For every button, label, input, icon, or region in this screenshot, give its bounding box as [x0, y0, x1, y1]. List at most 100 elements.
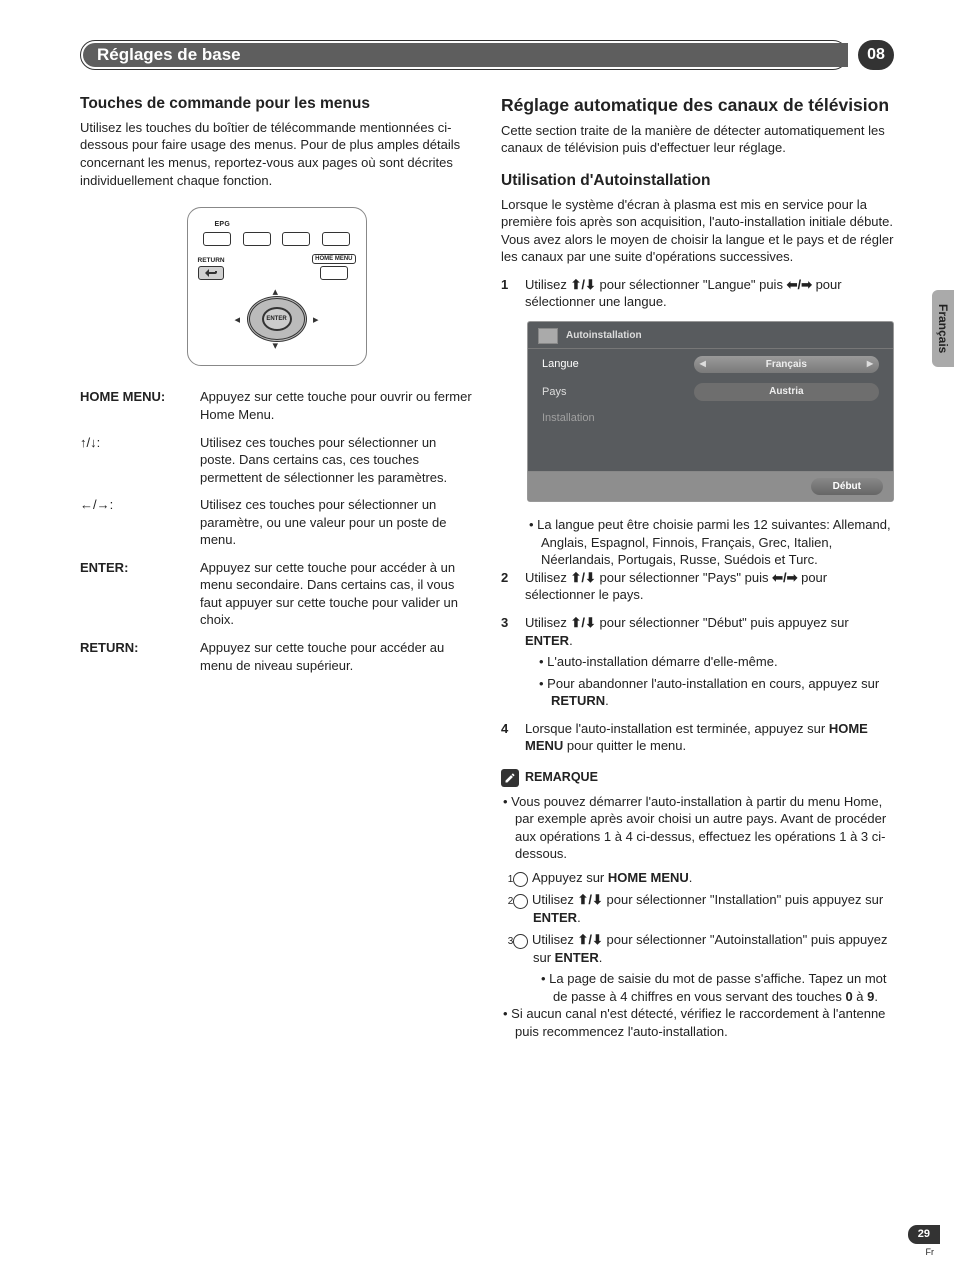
s3s2b: .	[605, 693, 609, 708]
osd-title: Autoinstallation	[566, 329, 642, 343]
s4t1: Lorsque l'auto-installation est terminée…	[525, 721, 829, 736]
step1-t1: Utilisez	[525, 277, 571, 292]
step-2: 2 Utilisez ⬆/⬇ pour sélectionner "Pays" …	[501, 569, 894, 604]
chapter-bar: Réglages de base	[80, 40, 848, 70]
ss3kw: ENTER	[555, 950, 599, 965]
left-heading: Touches de commande pour les menus	[80, 94, 473, 115]
arrow-ud-icon: ⬆/⬇	[571, 570, 596, 585]
s3sub2: Pour abandonner l'auto-installation en c…	[525, 675, 894, 710]
step-num-2: 2	[501, 569, 525, 604]
step1-t2: pour sélectionner "Langue" puis	[596, 277, 787, 292]
osd-row-lang-value: ◀ Français ▶	[694, 356, 879, 374]
dpad-right-icon: ▸	[313, 313, 319, 328]
s3s2a: Pour abandonner l'auto-installation en c…	[547, 676, 879, 691]
ss2a: Utilisez	[532, 892, 578, 907]
ss3a: Utilisez	[532, 932, 578, 947]
step-4: 4 Lorsque l'auto-installation est termin…	[501, 720, 894, 755]
s2t1: Utilisez	[525, 570, 571, 585]
dpad-ring: ENTER	[247, 296, 307, 342]
osd-row-pays-value: Austria	[694, 383, 879, 401]
remote-btn-1	[203, 232, 231, 246]
right-p2: Lorsque le système d'écran à plasma est …	[501, 196, 894, 266]
arrow-lr-icon: ⬅/➡	[772, 570, 797, 585]
step1-note: La langue peut être choisie parmi les 12…	[501, 516, 894, 569]
s3t1: Utilisez	[525, 615, 571, 630]
ss2c: .	[577, 910, 581, 925]
key-row-enter: ENTER: Appuyez sur cette touche pour acc…	[80, 559, 473, 629]
right-h2: Utilisation d'Autoinstallation	[501, 171, 894, 192]
chapter-header: Réglages de base 08	[80, 40, 894, 70]
right-h1: Réglage automatique des canaux de télévi…	[501, 94, 894, 118]
s3s2kw: RETURN	[551, 693, 605, 708]
step-num-1: 1	[501, 276, 525, 311]
page-footer: 29 Fr	[908, 1224, 940, 1258]
key-term-home: HOME MENU	[80, 389, 161, 404]
left-column: Touches de commande pour les menus Utili…	[80, 94, 473, 1046]
osd-val-lang: Français	[766, 358, 807, 372]
chapter-number: 08	[858, 40, 894, 70]
language-tab: Français	[932, 290, 954, 367]
ss2kw: ENTER	[533, 910, 577, 925]
ss3nb: à	[853, 989, 867, 1004]
key-term-leftright: ←/→:	[80, 497, 113, 512]
arrow-ud-icon: ⬆/⬇	[571, 615, 596, 630]
s3t3: .	[569, 633, 573, 648]
key-desc-leftright: Utilisez ces touches pour sélectionner u…	[200, 496, 473, 549]
step-body-2: Utilisez ⬆/⬇ pour sélectionner "Pays" pu…	[525, 569, 894, 604]
ss3c: .	[599, 950, 603, 965]
note-title: REMARQUE	[525, 769, 598, 786]
circled-3-icon: 3	[513, 934, 528, 949]
note-item-1: Vous pouvez démarrer l'auto-installation…	[501, 793, 894, 863]
osd-debut-btn: Début	[811, 478, 883, 496]
remote-btn-4	[322, 232, 350, 246]
chapter-title: Réglages de base	[83, 43, 848, 67]
step-1: 1 Utilisez ⬆/⬇ pour sélectionner "Langue…	[501, 276, 894, 311]
note-item-2: Si aucun canal n'est détecté, vérifiez l…	[501, 1005, 894, 1040]
remote-label-blank2	[300, 220, 302, 229]
s2t2: pour sélectionner "Pays" puis	[596, 570, 772, 585]
tri-right-icon: ▶	[867, 359, 873, 370]
key-term-enter: ENTER	[80, 560, 124, 575]
remote-label-epg: EPG	[214, 220, 230, 229]
ss3n0: 0	[845, 989, 852, 1004]
key-desc-return: Appuyez sur cette touche pour accéder au…	[200, 639, 473, 674]
dpad-enter-btn: ENTER	[262, 307, 292, 331]
remote-dpad: ▴ ▾ ◂ ▸ ENTER	[237, 287, 317, 351]
ss2b: pour sélectionner "Installation" puis ap…	[603, 892, 883, 907]
note-header: REMARQUE	[501, 769, 894, 787]
osd-screenshot: Autoinstallation Langue ◀ Français ▶ Pay…	[527, 321, 894, 502]
remote-btn-3	[282, 232, 310, 246]
remote-home-btn	[320, 266, 348, 280]
remote-return-btn	[198, 266, 224, 280]
osd-row-install-label: Installation	[542, 411, 694, 426]
s3kw: ENTER	[525, 633, 569, 648]
arrow-ud-icon: ⬆/⬇	[578, 932, 603, 947]
arrow-ud-icon: ⬆/⬇	[571, 277, 596, 292]
arrow-lr-icon: ⬅/➡	[787, 277, 812, 292]
s3t2: pour sélectionner "Début" puis appuyez s…	[596, 615, 849, 630]
substep-3: 3Utilisez ⬆/⬇ pour sélectionner "Autoins…	[501, 931, 894, 967]
step-num-4: 4	[501, 720, 525, 755]
key-row-updown: ↑/↓: Utilisez ces touches pour sélection…	[80, 434, 473, 487]
key-row-return: RETURN: Appuyez sur cette touche pour ac…	[80, 639, 473, 674]
s4t2: pour quitter le menu.	[563, 738, 686, 753]
arrow-ud-icon: ⬆/⬇	[578, 892, 603, 907]
key-row-leftright: ←/→: Utilisez ces touches pour sélection…	[80, 496, 473, 549]
page-number: 29	[908, 1225, 940, 1244]
osd-head-icon	[538, 328, 558, 344]
osd-row-pays-label: Pays	[542, 385, 694, 400]
ss3na: La page de saisie du mot de passe s'affi…	[549, 971, 886, 1004]
key-desc-updown: Utilisez ces touches pour sélectionner u…	[200, 434, 473, 487]
key-row-home: HOME MENU: Appuyez sur cette touche pour…	[80, 388, 473, 423]
remote-btn-2	[243, 232, 271, 246]
page-lang: Fr	[908, 1246, 934, 1258]
key-desc-home: Appuyez sur cette touche pour ouvrir ou …	[200, 388, 473, 423]
step-num-3: 3	[501, 614, 525, 710]
ss1b: .	[689, 870, 693, 885]
step-3: 3 Utilisez ⬆/⬇ pour sélectionner "Début"…	[501, 614, 894, 710]
ss3nc: .	[874, 989, 878, 1004]
remote-label-blank3	[336, 220, 338, 229]
key-term-return: RETURN	[80, 640, 134, 655]
remote-label-home: HOME MENU	[312, 254, 355, 264]
ss1kw: HOME MENU	[608, 870, 689, 885]
